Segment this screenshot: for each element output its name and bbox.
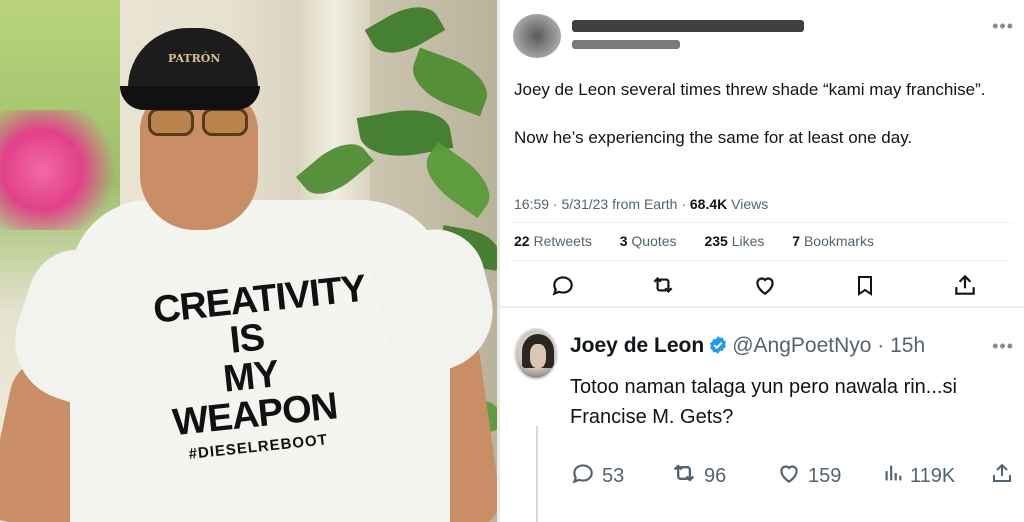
share-action[interactable] — [990, 458, 1014, 494]
avatar-redacted[interactable] — [513, 14, 561, 58]
leaf — [415, 141, 497, 219]
glasses-left-lens — [148, 108, 194, 136]
reply-icon — [570, 459, 596, 493]
stat-count: 3 — [619, 233, 628, 249]
name-redacted — [572, 20, 804, 32]
reply-icon[interactable] — [548, 270, 578, 300]
bookmark-icon[interactable] — [850, 270, 880, 300]
stat-count: 22 — [514, 233, 530, 249]
retweet-action[interactable]: 96 — [670, 458, 726, 494]
retweet-icon — [670, 459, 698, 493]
retweet-count: 96 — [704, 464, 727, 487]
tweet-body: Joey de Leon several times threw shade “… — [514, 78, 1014, 174]
tweet-timestamp[interactable]: 16:59 · 5/31/23 from Earth · — [514, 196, 690, 212]
stat-likes[interactable]: 235 Likes — [704, 233, 776, 249]
thread-line — [536, 426, 538, 522]
stat-label: Retweets — [533, 233, 592, 249]
avatar-face — [530, 344, 546, 368]
shirt-print: CREATIVITY IS MY WEAPON #DIESELREBOOT — [151, 268, 367, 464]
tweet-stats: 22 Retweets 3 Quotes 235 Likes 7 Bookmar… — [514, 233, 898, 249]
tweet-meta: 16:59 · 5/31/23 from Earth · 68.4K Views — [514, 196, 768, 212]
reply-count: 53 — [602, 464, 625, 487]
display-name[interactable]: Joey de Leon — [570, 334, 704, 357]
views-count: 68.4K — [689, 196, 728, 212]
glasses-right-lens — [202, 108, 248, 136]
reply-panel: Joey de Leon @AngPoetNyo · 15h ••• Totoo … — [500, 306, 1024, 522]
share-icon — [990, 459, 1014, 493]
stat-quotes[interactable]: 3 Quotes — [620, 233, 689, 249]
divider — [512, 260, 1012, 261]
stat-count: 235 — [704, 233, 728, 249]
stat-retweets[interactable]: 22 Retweets — [514, 233, 604, 249]
retweet-icon[interactable] — [648, 270, 678, 300]
reply-header: Joey de Leon @AngPoetNyo · 15h — [570, 334, 925, 361]
like-icon[interactable] — [750, 270, 780, 300]
tweet-panel: ••• Joey de Leon several times threw sha… — [500, 0, 1024, 306]
tweet-actions — [500, 270, 1024, 300]
tweet-paragraph: Now he’s experiencing the same for at le… — [514, 128, 913, 147]
photo-panel: PATRÓN CREATIVITY IS MY WEAPON #DIESELRE… — [0, 0, 497, 522]
more-options-icon[interactable]: ••• — [992, 16, 1014, 37]
tweet-paragraph: Joey de Leon several times threw shade “… — [514, 80, 986, 99]
handle-time[interactable]: @AngPoetNyo · 15h — [732, 334, 925, 357]
stat-bookmarks[interactable]: 7 Bookmarks — [792, 233, 886, 249]
handle-redacted — [572, 40, 680, 49]
reply-body: Totoo naman talaga yun pero nawala rin..… — [570, 376, 957, 428]
verified-badge-icon — [708, 335, 728, 361]
stat-label: Quotes — [631, 233, 677, 249]
more-options-icon[interactable]: ••• — [992, 336, 1014, 357]
like-icon — [776, 459, 802, 493]
stat-label: Likes — [731, 233, 765, 249]
like-action[interactable]: 159 — [776, 458, 841, 494]
background-logo — [0, 110, 120, 230]
cap-brim — [120, 86, 260, 110]
views-label: Views — [727, 196, 769, 212]
avatar[interactable] — [514, 328, 558, 380]
views-action[interactable]: 119K — [882, 458, 955, 494]
reply-actions: 53 96 159 119K — [570, 458, 1020, 494]
divider — [512, 222, 1012, 223]
cap-logo: PATRÓN — [168, 52, 221, 65]
share-icon[interactable] — [950, 270, 980, 300]
views-count: 119K — [910, 464, 956, 487]
stat-label: Bookmarks — [803, 233, 874, 249]
views-icon — [882, 459, 904, 493]
stat-count: 7 — [792, 233, 801, 249]
like-count: 159 — [808, 464, 842, 487]
leaf — [404, 47, 496, 117]
reply-action[interactable]: 53 — [570, 458, 624, 494]
